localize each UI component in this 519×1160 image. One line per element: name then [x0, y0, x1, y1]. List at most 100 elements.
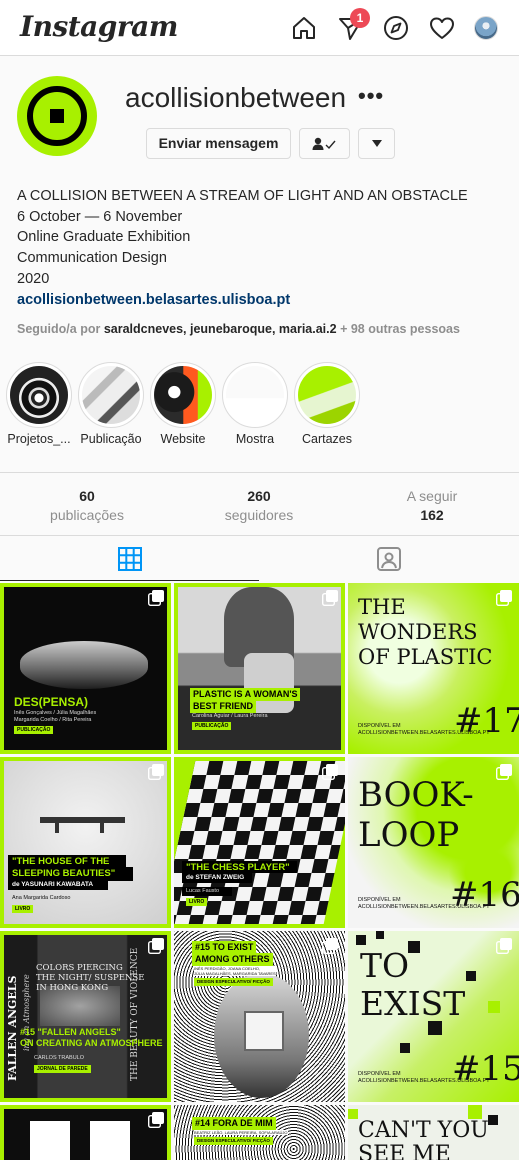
send-message-button[interactable]: Enviar mensagem [146, 128, 291, 159]
post-title: "THE HOUSE OF THE [12, 856, 110, 867]
carousel-icon [148, 764, 164, 780]
post-title: "THE CHESS PLAYER" [186, 862, 290, 873]
post-heading-line: CAN'T YOU [358, 1118, 489, 1143]
carousel-icon [148, 1112, 164, 1128]
person-check-icon [312, 137, 336, 150]
post-fora-de-mim[interactable]: #14 FORA DE MIM BEATRIZ LEÃO, LAURA PERE… [174, 1105, 345, 1160]
highlight-publicacao[interactable]: Publicação [78, 362, 144, 446]
followers-count: 260 [247, 488, 271, 504]
post-title: SLEEPING BEAUTIES" [12, 868, 116, 879]
post-author: CARLOS TRABULO [34, 1055, 85, 1061]
post-cant-you-see-me[interactable]: CAN'T YOU SEE ME [348, 1105, 519, 1160]
profile-bio: A COLLISION BETWEEN A STREAM OF LIGHT AN… [17, 186, 507, 310]
post-title: BEST FRIEND [190, 700, 257, 713]
followed-suffix: + 98 outras pessoas [340, 322, 460, 336]
post-tag: LIVRO [186, 898, 208, 906]
post-wonders-of-plastic[interactable]: THE WONDERS OF PLASTIC DISPONÍVEL EM ACO… [348, 583, 519, 754]
post-tag: PUBLICAÇÃO [14, 726, 54, 734]
bio-line: Online Graduate Exhibition [17, 229, 191, 246]
posts-label: publicações [50, 507, 124, 523]
post-heading: TO EXIST [360, 947, 465, 1023]
carousel-icon [322, 590, 338, 606]
profile-username: acollisionbetween [125, 82, 347, 113]
post-heading-line: COLORS PIERCING [36, 963, 123, 973]
carousel-icon [148, 590, 164, 606]
profile-avatar[interactable] [474, 16, 498, 40]
post-title-line: ON CREATING AN ATMOSPHERE [20, 1038, 163, 1048]
post-chess-player[interactable]: "THE CHESS PLAYER" de STEFAN ZWEIG Lucas… [174, 757, 345, 928]
post-heading: THE WONDERS OF PLASTIC [358, 595, 492, 670]
carousel-icon [496, 590, 512, 606]
post-plastic-woman[interactable]: PLASTIC IS A WOMAN'S BEST FRIEND Carolin… [174, 583, 345, 754]
followed-names: saraldcneves, jeunebaroque, maria.ai.2 [103, 322, 337, 336]
posts-stat: 60 publicações [22, 487, 152, 525]
profile-tabs [0, 536, 519, 582]
post-heading: BOOK- LOOP [358, 775, 474, 855]
highlight-thumbnail [82, 366, 140, 424]
post-subtitle: de YASUNARI KAWABATA [12, 881, 94, 888]
chevron-down-icon [371, 140, 382, 147]
followed-by-text[interactable]: Seguido/a por saraldcneves, jeunebaroque… [17, 322, 460, 336]
post-des-pensa[interactable]: DES(PENSA) Inês Gonçalves / Júlia Magalh… [0, 583, 171, 754]
post-sleeping-beauties[interactable]: "THE HOUSE OF THE SLEEPING BEAUTIES" de … [0, 757, 171, 928]
bio-line: Communication Design [17, 250, 167, 267]
post-authors: BEATRIZ LEÃO, LAURA PEREIRA, SOFIA ARAÚJ… [194, 1130, 288, 1135]
post-heading-line: OF PLASTIC [358, 645, 493, 669]
bio-line: 2020 [17, 270, 50, 287]
highlight-cartazes[interactable]: Cartazes [294, 362, 360, 446]
highlight-thumbnail [154, 366, 212, 424]
carousel-icon [322, 764, 338, 780]
post-heading-line: TO [360, 946, 410, 985]
followers-label: seguidores [224, 507, 294, 523]
highlight-label: Cartazes [301, 432, 353, 446]
post-side-text: THE BEAUTY OF VIOLENCE [130, 947, 140, 1081]
grid-tab-icon[interactable] [117, 546, 143, 572]
top-navigation-bar: Instagram 1 [0, 0, 519, 56]
activity-heart-icon[interactable] [428, 14, 456, 42]
highlight-mostra[interactable]: Mostra [222, 362, 288, 446]
home-icon[interactable] [290, 14, 318, 42]
following-stat[interactable]: A seguir 162 [367, 487, 497, 525]
carousel-icon [322, 938, 338, 954]
highlight-thumbnail [226, 366, 284, 424]
post-row4-dark[interactable] [0, 1105, 171, 1160]
profile-stats: 60 publicações 260 seguidores A seguir 1… [0, 472, 519, 536]
post-heading-line: IN HONG KONG [36, 983, 109, 993]
post-book-loop[interactable]: BOOK- LOOP DISPONÍVEL EM ACOLLISIONBETWE… [348, 757, 519, 928]
more-options-icon[interactable]: ••• [358, 83, 384, 109]
carousel-icon [148, 938, 164, 954]
post-author: Ana Margarida Cardoso [12, 895, 71, 901]
post-tag: DESIGN ESPECULATIVO/ FICÇÃO [194, 978, 273, 986]
post-fallen-angels[interactable]: COLORS PIERCING THE NIGHT/ SUSPENSE IN H… [0, 931, 171, 1102]
explore-icon[interactable] [382, 14, 410, 42]
following-button[interactable] [299, 128, 350, 159]
post-authors: INÊS PERDIGÃO, JOANA COELHO, JÚLIA MAGAL… [194, 966, 276, 976]
post-tag: LIVRO [12, 905, 34, 913]
post-heading: COLORS PIERCING THE NIGHT/ SUSPENSE IN H… [36, 963, 144, 993]
carousel-icon [496, 938, 512, 954]
post-tag: PUBLICAÇÃO [192, 722, 232, 730]
post-author: Lucas Fausto [186, 888, 220, 894]
post-title: DES(PENSA) [14, 695, 89, 709]
profile-logo-square [50, 109, 64, 123]
post-heading-line: WONDERS [358, 620, 478, 644]
post-issue-number: #15 [452, 1049, 519, 1089]
tagged-tab-icon[interactable] [376, 546, 402, 572]
instagram-logo[interactable]: Instagram [20, 10, 178, 43]
suggestions-dropdown-button[interactable] [358, 128, 395, 159]
profile-picture[interactable] [17, 76, 97, 156]
post-image-tray [20, 641, 148, 689]
post-to-exist[interactable]: TO EXIST DISPONÍVEL EM ACOLLISIONBETWEEN… [348, 931, 519, 1102]
post-title: #15 "FALLEN ANGELS" ON CREATING AN ATMOS… [20, 1027, 163, 1049]
followers-stat[interactable]: 260 seguidores [194, 487, 324, 525]
followed-prefix: Seguido/a por [17, 322, 101, 336]
post-side-text: FALLEN ANGELS [6, 975, 19, 1081]
post-authors: Inês Gonçalves / Júlia Magalhães Margari… [14, 710, 97, 723]
highlight-website[interactable]: Website [150, 362, 216, 446]
bio-website-link[interactable]: acollisionbetween.belasartes.ulisboa.pt [17, 290, 507, 311]
highlight-projetos[interactable]: Projetos_... [6, 362, 72, 446]
post-title-line: #15 "FALLEN ANGELS" [20, 1027, 121, 1037]
post-to-exist-among-others[interactable]: #15 TO EXIST AMONG OTHERS INÊS PERDIGÃO,… [174, 931, 345, 1102]
post-heading-line: EXIST [360, 984, 466, 1023]
notification-badge: 1 [350, 8, 370, 28]
